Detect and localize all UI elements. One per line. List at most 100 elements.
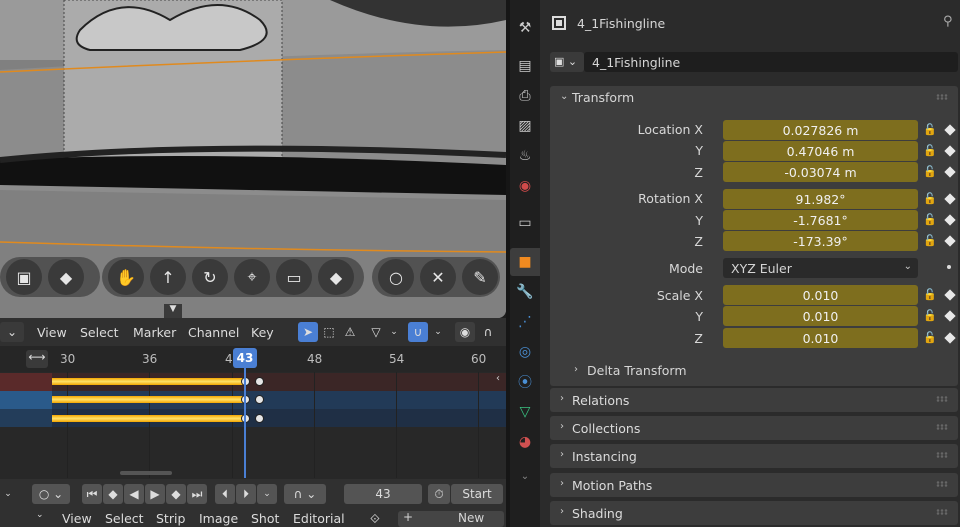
range-toggle[interactable]: ⟷ xyxy=(26,350,48,368)
record-icon[interactable]: ○ ⌄ xyxy=(32,484,70,504)
menu-image[interactable]: Image xyxy=(199,511,238,526)
circle-icon[interactable]: ○ xyxy=(378,259,414,295)
lock-icon[interactable]: 🔓 xyxy=(923,331,937,345)
delta-chevron-icon[interactable]: › xyxy=(574,364,578,375)
3d-viewport[interactable]: ▣ ◆ ✋ ↑ ↻ ⌖ ▭ ◆ ○ ✕ ✎ ▼ xyxy=(0,0,506,318)
brush-icon[interactable]: ⟐ xyxy=(370,511,380,527)
lock-icon[interactable]: 🔓 xyxy=(923,309,937,323)
lock-icon[interactable]: 🔓 xyxy=(923,288,937,302)
menu-shot[interactable]: Shot xyxy=(251,511,279,526)
rotation-z-field[interactable]: -173.39° xyxy=(723,231,918,251)
collections-panel[interactable]: › Collections xyxy=(550,416,958,440)
keyframe-diamond-icon[interactable] xyxy=(944,235,956,247)
screen-icon[interactable]: ▭ xyxy=(276,259,312,295)
snap-playhead-icon[interactable]: ∩ ⌄ xyxy=(284,484,326,504)
lock-icon[interactable]: 🔓 xyxy=(923,192,937,206)
play-icon[interactable]: ▶ xyxy=(145,484,165,504)
camera-icon[interactable]: ⌖ xyxy=(234,259,270,295)
keyframe2-icon[interactable]: ◆ xyxy=(318,259,354,295)
shading-panel[interactable]: › Shading xyxy=(550,501,958,525)
menu-select[interactable]: Select xyxy=(80,325,119,340)
scale-z-field[interactable]: 0.010 xyxy=(723,328,918,348)
drag-handle-icon[interactable] xyxy=(936,396,948,402)
next-marker-icon[interactable]: ⏵ xyxy=(236,484,256,504)
arrow-up-icon[interactable]: ↑ xyxy=(150,259,186,295)
material-icon[interactable]: ◕ xyxy=(515,432,535,452)
instancing-panel[interactable]: › Instancing xyxy=(550,444,958,468)
keyframe[interactable] xyxy=(255,414,264,423)
display-icon[interactable]: ▣ xyxy=(6,259,42,295)
menu-key[interactable]: Key xyxy=(251,325,274,340)
menu-select[interactable]: Select xyxy=(105,511,144,526)
keyframe-diamond-icon[interactable] xyxy=(944,289,956,301)
lock-icon[interactable]: 🔓 xyxy=(923,165,937,179)
hand-icon[interactable]: ✋ xyxy=(108,259,144,295)
drag-handle-icon[interactable] xyxy=(936,509,948,515)
playhead[interactable]: 43 xyxy=(233,348,257,368)
keyframe-diamond-icon[interactable] xyxy=(944,145,956,157)
location-x-field[interactable]: 0.027826 m xyxy=(723,120,918,140)
keyframe-diamond-icon[interactable] xyxy=(944,193,956,205)
keyframe-diamond-icon[interactable] xyxy=(944,310,956,322)
delta-transform-header[interactable]: Delta Transform xyxy=(587,363,687,378)
menu-editorial[interactable]: Editorial xyxy=(293,511,345,526)
location-y-field[interactable]: 0.47046 m xyxy=(723,141,918,161)
rotation-x-field[interactable]: 91.982° xyxy=(723,189,918,209)
play-reverse-icon[interactable]: ◀ xyxy=(124,484,144,504)
scale-y-field[interactable]: 0.010 xyxy=(723,306,918,326)
relations-panel[interactable]: › Relations xyxy=(550,388,958,412)
object-icon[interactable]: ■ xyxy=(515,252,535,272)
world-icon[interactable]: ◉ xyxy=(515,176,535,196)
start-frame-field[interactable]: Start xyxy=(451,484,503,504)
scroll-left-icon[interactable]: ‹ xyxy=(496,373,500,384)
drag-handle-icon[interactable] xyxy=(936,424,948,430)
horizontal-scrollbar[interactable] xyxy=(120,471,172,475)
menu-marker[interactable]: Marker xyxy=(133,325,176,340)
prev-keyframe-icon[interactable]: ◆ xyxy=(103,484,123,504)
output-icon[interactable]: ⎙ xyxy=(515,86,535,106)
prev-marker-icon[interactable]: ⏴ xyxy=(215,484,235,504)
current-frame-field[interactable]: 43 xyxy=(344,484,422,504)
rotation-y-field[interactable]: -1.7681° xyxy=(723,210,918,230)
menu-strip[interactable]: Strip xyxy=(156,511,185,526)
filter-chevron-icon[interactable]: ⌄ xyxy=(384,322,404,342)
box-select-icon[interactable]: ⬚ xyxy=(319,322,339,342)
more-tabs-chevron-icon[interactable]: ⌄ xyxy=(515,466,535,486)
lock-icon[interactable]: 🔓 xyxy=(923,144,937,158)
filter-icon[interactable]: ▽ xyxy=(366,322,386,342)
bottom-editor-chevron-icon[interactable]: ⌄ xyxy=(36,510,44,520)
scene-icon[interactable]: ♨ xyxy=(515,146,535,166)
lock-icon[interactable]: 🔓 xyxy=(923,123,937,137)
timeline-editor[interactable]: ⌄ View Select Marker Channel Key ➤ ⬚ ⚠ ▽… xyxy=(0,318,506,527)
snap-chevron-icon[interactable]: ⌄ xyxy=(428,322,448,342)
menu-view[interactable]: View xyxy=(37,325,67,340)
mode-dot-icon[interactable] xyxy=(947,265,951,269)
stopwatch-icon[interactable]: ⏱ xyxy=(428,484,450,504)
physics-icon[interactable]: ◎ xyxy=(515,342,535,362)
data-icon[interactable]: ▽ xyxy=(515,402,535,422)
falloff-icon[interactable]: ∩ xyxy=(478,322,498,342)
drag-handle-icon[interactable] xyxy=(936,481,948,487)
view-layer-icon[interactable]: ▨ xyxy=(515,116,535,136)
snap-icon[interactable]: ∪ xyxy=(408,322,428,342)
scale-x-field[interactable]: 0.010 xyxy=(723,285,918,305)
keyframe-diamond-icon[interactable] xyxy=(944,332,956,344)
keyframe-diamond-icon[interactable] xyxy=(944,214,956,226)
keyframe-diamond-icon[interactable] xyxy=(944,124,956,136)
drag-handle-icon[interactable] xyxy=(936,94,948,100)
pin-icon[interactable]: ⚲ xyxy=(943,14,953,29)
cursor-icon[interactable]: ✕ xyxy=(420,259,456,295)
collapse-chevron-icon[interactable]: ▼ xyxy=(164,304,182,318)
motion-paths-panel[interactable]: › Motion Paths xyxy=(550,473,958,497)
object-name-field[interactable]: 4_1Fishingline xyxy=(584,52,958,72)
lock-icon[interactable]: 🔓 xyxy=(923,234,937,248)
editor-type-icon[interactable]: ⌄ xyxy=(0,322,24,342)
menu-view[interactable]: View xyxy=(62,511,92,526)
keyframe-diamond-icon[interactable] xyxy=(944,166,956,178)
new-button[interactable]: + New xyxy=(398,510,504,527)
drag-handle-icon[interactable] xyxy=(936,452,948,458)
lock-icon[interactable]: 🔓 xyxy=(923,213,937,227)
jump-end-icon[interactable]: ⏭ xyxy=(187,484,207,504)
pencil-icon[interactable]: ✎ xyxy=(462,259,498,295)
tool-icon[interactable]: ⚒ xyxy=(515,18,535,38)
